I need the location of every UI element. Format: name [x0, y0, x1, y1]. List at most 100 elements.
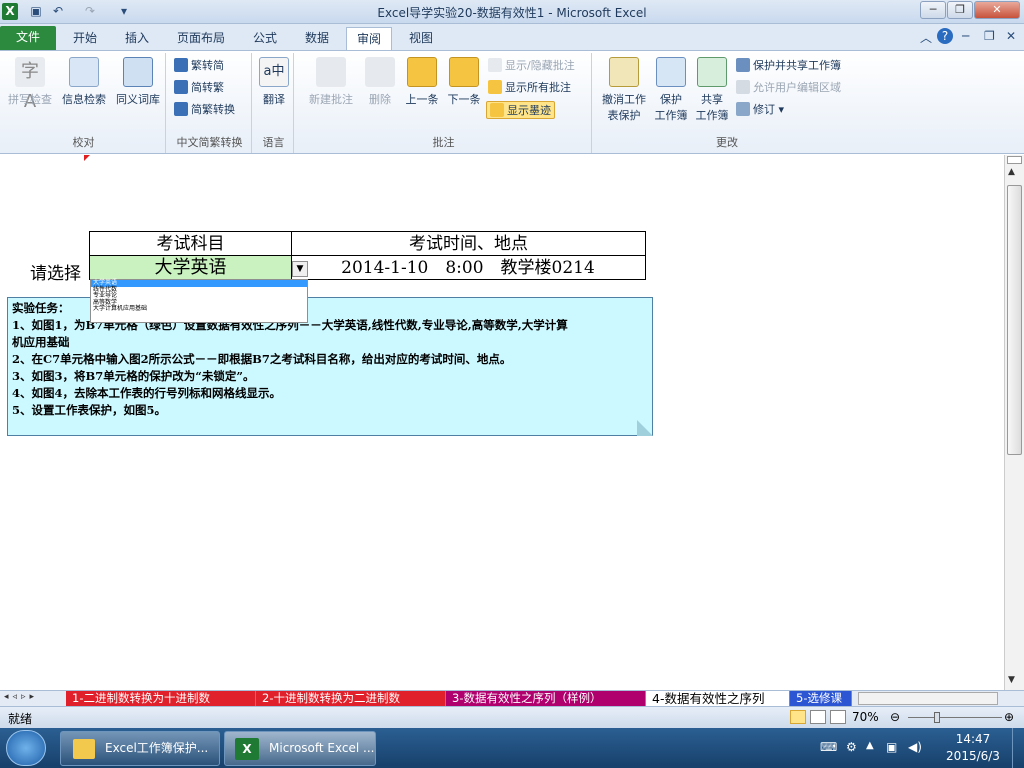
research-button[interactable]: 信息检索 [58, 57, 110, 107]
page-layout-view-icon[interactable] [810, 710, 826, 724]
window-title: Excel导学实验20-数据有效性1 - Microsoft Excel [377, 6, 647, 20]
keyboard-icon[interactable]: ⌨ [820, 740, 837, 754]
protect-and-share-icon [736, 58, 750, 72]
new-comment-button[interactable]: 新建批注 [304, 57, 358, 107]
protect-workbook-icon [656, 57, 686, 87]
taskbar-item-explorer[interactable]: Excel工作簿保护... [60, 731, 220, 766]
network-icon[interactable]: ▣ [886, 740, 897, 754]
zoom-slider-thumb[interactable] [934, 712, 940, 723]
group-label-comments: 批注 [432, 136, 455, 149]
page-break-view-icon[interactable] [830, 710, 846, 724]
sheet-tab-1[interactable]: 1-二进制数转换为十进制数 [66, 691, 256, 707]
protect-workbook-button[interactable]: 保护 工作簿 [652, 57, 690, 123]
to-traditional-icon [174, 80, 188, 94]
tab-home[interactable]: 开始 [62, 27, 108, 50]
tab-review[interactable]: 审阅 [346, 27, 392, 50]
doc-close-icon[interactable]: ✕ [1006, 29, 1016, 43]
previous-comment-button[interactable]: 上一条 [402, 57, 442, 107]
scroll-up-icon[interactable]: ▲ [1008, 167, 1015, 177]
vertical-scrollbar[interactable]: ▲ ▼ [1004, 155, 1024, 690]
track-changes-button[interactable]: 修订 ▾ [736, 101, 784, 119]
clock-time[interactable]: 14:47 [944, 732, 1002, 746]
allow-edit-ranges-button[interactable]: 允许用户编辑区域 [736, 79, 841, 97]
tab-page-layout[interactable]: 页面布局 [168, 27, 234, 50]
subject-select-cell[interactable]: 大学英语 [89, 255, 292, 280]
show-hidden-icons-icon[interactable]: ▲ [866, 740, 874, 751]
sheet-tab-2[interactable]: 2-十进制数转换为二进制数 [256, 691, 446, 707]
status-bar: 就绪 70% ⊖ ⊕ [0, 706, 1024, 728]
minimize-button[interactable]: ─ [920, 1, 946, 19]
doc-minimize-icon[interactable]: ─ [962, 29, 969, 43]
share-workbook-button[interactable]: 共享 工作簿 [692, 57, 732, 123]
dropdown-option[interactable]: 大学计算机应用基础 [91, 305, 307, 313]
show-ink-button[interactable]: 显示墨迹 [486, 101, 555, 119]
chinese-convert-icon [174, 102, 188, 116]
translate-button[interactable]: a中 翻译 [256, 57, 292, 107]
ribbon: 字A 拼写检查 信息检索 同义词库 校对 繁转简 简转繁 简繁转换 中文简繁转换… [0, 50, 1024, 154]
group-label-proofing: 校对 [72, 136, 95, 149]
show-all-comments-button[interactable]: 显示所有批注 [488, 79, 571, 97]
folder-icon [73, 739, 95, 759]
restore-button[interactable]: ❐ [947, 1, 973, 19]
to-simplified-button[interactable]: 繁转简 [174, 57, 224, 75]
sheet-tab-5[interactable]: 5-选修课 [790, 691, 852, 707]
zoom-level[interactable]: 70% [852, 710, 879, 724]
clock-date[interactable]: 2015/6/3 [936, 749, 1010, 763]
show-hide-comment-button[interactable]: 显示/隐藏批注 [488, 57, 575, 75]
horizontal-scrollbar[interactable] [858, 692, 998, 705]
group-chinese-conversion: 繁转简 简转繁 简繁转换 中文简繁转换 [168, 53, 252, 153]
unprotect-sheet-button[interactable]: 撤消工作 表保护 [596, 57, 652, 123]
time-place-cell[interactable]: 2014-1-10 8:00 教学楼0214 [291, 255, 646, 280]
chinese-convert-button[interactable]: 简繁转换 [174, 101, 235, 119]
taskbar-item-excel[interactable]: X Microsoft Excel ... [224, 731, 376, 766]
normal-view-icon[interactable] [790, 710, 806, 724]
delete-comment-button[interactable]: 删除 [360, 57, 400, 107]
header-time-cell[interactable]: 考试时间、地点 [291, 231, 646, 256]
volume-icon[interactable]: ◀) [908, 740, 922, 754]
start-button-icon[interactable] [6, 730, 46, 766]
group-comments: 新建批注 删除 上一条 下一条 显示/隐藏批注 显示所有批注 显示墨迹 批注 [296, 53, 592, 153]
track-changes-icon [736, 102, 750, 116]
tab-file[interactable]: 文件 [0, 26, 56, 50]
research-icon [69, 57, 99, 87]
task-line: 5、设置工作表保护，如图5。 [12, 403, 167, 417]
unprotect-sheet-icon [609, 57, 639, 87]
to-traditional-button[interactable]: 简转繁 [174, 79, 224, 97]
show-desktop-button[interactable] [1012, 728, 1024, 768]
sheet-tab-4-active[interactable]: 4-数据有效性之序列 [646, 691, 790, 707]
zoom-in-icon[interactable]: ⊕ [1004, 710, 1014, 724]
windows-taskbar: Excel工作簿保护... X Microsoft Excel ... ⌨ ⚙ … [0, 728, 1024, 768]
sheet-tab-3[interactable]: 3-数据有效性之序列（样例） [446, 691, 646, 707]
doc-restore-icon[interactable]: ❐ [984, 29, 995, 43]
zoom-out-icon[interactable]: ⊖ [890, 710, 900, 724]
group-proofing: 字A 拼写检查 信息检索 同义词库 校对 [2, 53, 166, 153]
close-button[interactable]: ✕ [974, 1, 1020, 19]
tray-icons[interactable]: ⚙ [846, 740, 857, 754]
header-subject-cell[interactable]: 考试科目 [89, 231, 292, 256]
next-comment-icon [449, 57, 479, 87]
zoom-slider[interactable] [908, 717, 1002, 718]
protect-and-share-button[interactable]: 保护并共享工作簿 [736, 57, 841, 75]
tab-insert[interactable]: 插入 [114, 27, 160, 50]
subject-dropdown-list[interactable]: 大学英语 线性代数 专业导论 高等数学 大学计算机应用基础 [90, 279, 308, 323]
help-icon[interactable]: ? [937, 28, 953, 44]
worksheet-area[interactable]: 考试科目 考试时间、地点 请选择 大学英语 ▼ 2014-1-10 8:00 教… [0, 155, 1004, 690]
scroll-down-icon[interactable]: ▼ [1008, 675, 1015, 685]
share-workbook-icon [697, 57, 727, 87]
scroll-thumb[interactable] [1007, 185, 1022, 455]
collapse-ribbon-icon[interactable]: ︿ [920, 29, 932, 46]
spell-check-button[interactable]: 字A 拼写检查 [4, 57, 56, 112]
split-box[interactable] [1007, 156, 1022, 164]
previous-comment-icon [407, 57, 437, 87]
tab-data[interactable]: 数据 [294, 27, 340, 50]
thesaurus-button[interactable]: 同义词库 [112, 57, 164, 107]
tab-formulas[interactable]: 公式 [242, 27, 288, 50]
thesaurus-icon [123, 57, 153, 87]
next-comment-button[interactable]: 下一条 [444, 57, 484, 107]
prompt-label: 请选择 [30, 264, 81, 284]
tab-view[interactable]: 视图 [398, 27, 444, 50]
folded-corner [637, 420, 653, 436]
task-line: 机应用基础 [12, 335, 70, 349]
sheet-nav-icon[interactable]: ◂◃▹▸ [4, 692, 38, 702]
show-hide-comment-icon [488, 58, 502, 72]
